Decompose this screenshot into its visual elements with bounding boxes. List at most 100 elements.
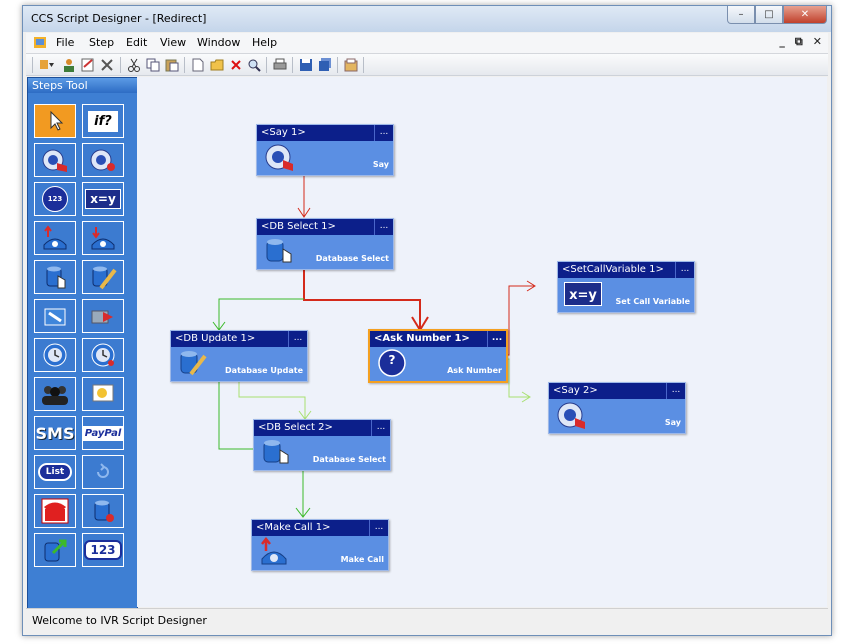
properties-icon[interactable] bbox=[80, 57, 96, 72]
node-options-button[interactable]: ... bbox=[371, 420, 390, 436]
toolbar-separator bbox=[266, 57, 267, 73]
node-dbselect1[interactable]: <DB Select 1>... Database Select bbox=[256, 218, 394, 270]
wait-tool-button[interactable] bbox=[82, 338, 124, 372]
node-dbselect2[interactable]: <DB Select 2>... Database Select bbox=[253, 419, 391, 471]
conference-tool-icon bbox=[40, 381, 70, 407]
delete-icon[interactable] bbox=[228, 57, 244, 72]
node-label: Database Update bbox=[225, 366, 303, 375]
redirect-tool-icon bbox=[89, 303, 117, 329]
user-icon[interactable] bbox=[61, 57, 77, 72]
speaker-icon bbox=[557, 402, 585, 429]
menu-view[interactable]: View bbox=[160, 36, 186, 49]
number-tool-icon: 123 bbox=[84, 540, 122, 560]
pointer-tool-button[interactable] bbox=[34, 104, 76, 138]
save-icon[interactable] bbox=[298, 57, 314, 72]
make-call-tool-button[interactable] bbox=[34, 221, 76, 255]
number-tool-button[interactable]: 123 bbox=[82, 533, 124, 567]
link-say1-dbselect1 bbox=[297, 174, 311, 218]
node-options-button[interactable]: ... bbox=[374, 219, 393, 235]
node-makecall1[interactable]: <Make Call 1>... Make Call bbox=[251, 519, 389, 571]
toolbar-separator bbox=[292, 57, 293, 73]
node-say1[interactable]: <Say 1>... Say bbox=[256, 124, 394, 176]
database-update-tool-icon bbox=[89, 264, 117, 290]
say-tool-button[interactable] bbox=[34, 143, 76, 177]
node-asknumber1[interactable]: <Ask Number 1>... ? Ask Number bbox=[368, 329, 508, 383]
sms-tool-icon: SMS bbox=[35, 423, 75, 443]
menu-edit[interactable]: Edit bbox=[126, 36, 147, 49]
cut-icon[interactable] bbox=[126, 57, 142, 72]
node-options-button[interactable]: ... bbox=[487, 331, 506, 347]
open-folder-icon[interactable] bbox=[209, 57, 225, 72]
menu-window[interactable]: Window bbox=[197, 36, 240, 49]
make-call-tool-icon bbox=[41, 225, 69, 251]
node-title: <Make Call 1>... bbox=[252, 520, 388, 536]
paypal-tool-button[interactable]: PayPal bbox=[81, 416, 125, 450]
paste-icon[interactable] bbox=[164, 57, 180, 72]
print-icon[interactable] bbox=[272, 57, 288, 72]
say-tool-icon bbox=[41, 147, 69, 173]
node-label: Say bbox=[372, 160, 389, 169]
pointer-tool-icon bbox=[45, 110, 65, 132]
find-icon[interactable] bbox=[246, 57, 262, 72]
new-file-icon[interactable] bbox=[190, 57, 206, 72]
node-options-button[interactable]: ... bbox=[374, 125, 393, 141]
database-update-tool-button[interactable] bbox=[82, 260, 124, 294]
node-options-button[interactable]: ... bbox=[369, 520, 388, 536]
node-options-button[interactable]: ... bbox=[288, 331, 307, 347]
sms-tool-button[interactable]: SMS bbox=[34, 416, 76, 450]
link-dbselect1-asknumber1 bbox=[303, 269, 429, 332]
maximize-button[interactable]: □ bbox=[755, 6, 783, 24]
chat-tool-button[interactable] bbox=[82, 377, 124, 411]
node-label: Ask Number bbox=[447, 366, 502, 375]
minimize-button[interactable]: – bbox=[727, 6, 755, 24]
wait-tool-icon bbox=[89, 342, 117, 368]
list-tool-icon: List bbox=[37, 463, 73, 481]
export-tool-button[interactable] bbox=[34, 533, 76, 567]
conference-tool-button[interactable] bbox=[34, 377, 76, 411]
node-say2[interactable]: <Say 2>... Say bbox=[548, 382, 686, 434]
if-tool-button[interactable]: if? bbox=[82, 104, 124, 138]
transfer-call-tool-button[interactable] bbox=[82, 221, 124, 255]
hangup-tool-button[interactable] bbox=[34, 494, 76, 528]
loop-tool-button[interactable] bbox=[82, 455, 124, 489]
close-button[interactable]: ✕ bbox=[783, 6, 827, 24]
mdi-minimize-button[interactable]: _ bbox=[779, 35, 785, 49]
toolbar-separator bbox=[120, 57, 121, 73]
redirect-tool-button[interactable] bbox=[82, 299, 124, 333]
record-tool-button[interactable] bbox=[82, 143, 124, 177]
node-options-button[interactable]: ... bbox=[675, 262, 694, 278]
record-tool-icon bbox=[89, 147, 117, 173]
schedule-tool-button[interactable] bbox=[34, 338, 76, 372]
mdi-close-button[interactable]: ✕ bbox=[813, 35, 822, 49]
database-tool-button[interactable] bbox=[82, 494, 124, 528]
settings-icon[interactable] bbox=[343, 57, 359, 72]
mdi-restore-button[interactable]: ⧉ bbox=[795, 35, 803, 49]
set-variable-tool-icon: x=y bbox=[85, 189, 121, 209]
menu-step[interactable]: Step bbox=[89, 36, 114, 49]
node-title-text: <Say 2> bbox=[553, 385, 598, 396]
tools-icon[interactable] bbox=[99, 57, 115, 72]
script-canvas[interactable]: <Say 1>... Say <DB Select 1>... Database… bbox=[137, 77, 827, 607]
svg-text:?: ? bbox=[389, 353, 396, 367]
paypal-tool-icon: PayPal bbox=[81, 425, 125, 441]
steps-tool-title: Steps Tool bbox=[28, 78, 137, 93]
menu-help[interactable]: Help bbox=[252, 36, 277, 49]
node-setcallvariable1[interactable]: <SetCallVariable 1>... x=y Set Call Vari… bbox=[557, 261, 695, 313]
ask-number-tool-button[interactable]: 123 bbox=[34, 182, 76, 216]
status-text: Welcome to IVR Script Designer bbox=[32, 614, 207, 627]
menu-file[interactable]: File bbox=[56, 36, 74, 49]
node-dbupdate1[interactable]: <DB Update 1>... Database Update bbox=[170, 330, 308, 382]
toolbar-separator bbox=[337, 57, 338, 73]
copy-icon[interactable] bbox=[145, 57, 161, 72]
app-icon[interactable] bbox=[34, 37, 46, 48]
set-variable-tool-button[interactable]: x=y bbox=[82, 182, 124, 216]
save-all-icon[interactable] bbox=[317, 57, 333, 72]
node-title: <Say 2>... bbox=[549, 383, 685, 399]
list-tool-button[interactable]: List bbox=[34, 455, 76, 489]
link-dbupdate1-dbupdate-green bbox=[218, 380, 254, 450]
steps-dropdown-icon[interactable] bbox=[39, 57, 55, 72]
database-tool-icon bbox=[89, 498, 117, 524]
goto-tool-button[interactable] bbox=[34, 299, 76, 333]
database-select-tool-button[interactable] bbox=[34, 260, 76, 294]
node-options-button[interactable]: ... bbox=[666, 383, 685, 399]
